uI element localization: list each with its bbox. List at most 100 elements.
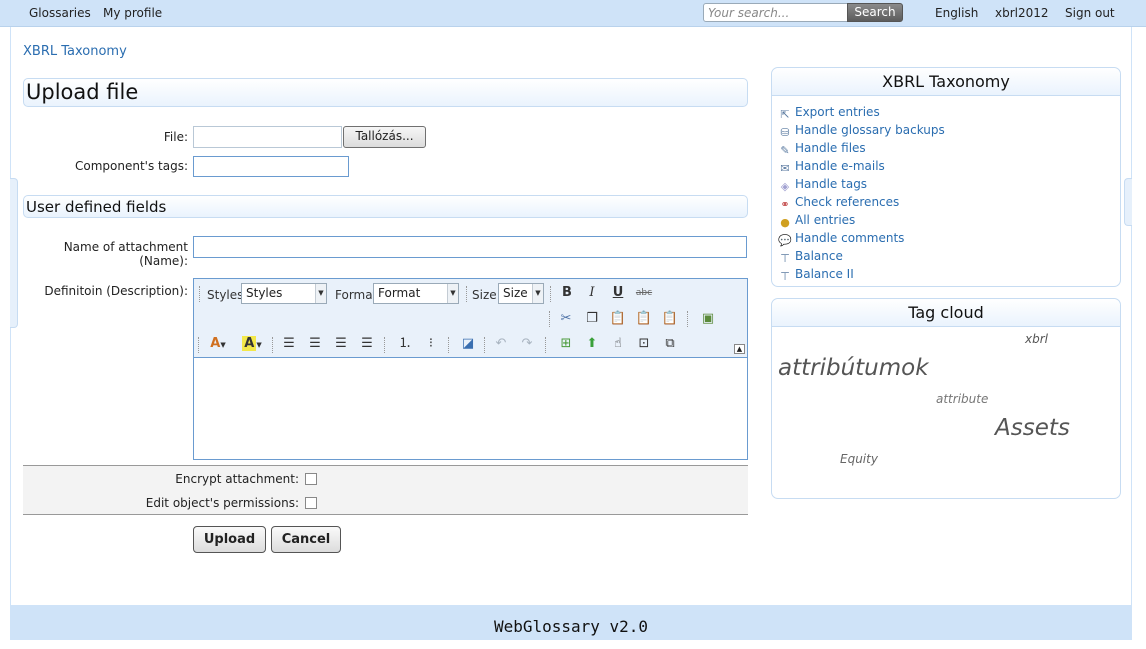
- encrypt-attachment-label: Encrypt attachment:: [175, 472, 299, 486]
- menu-label: Handle e-mails: [795, 159, 885, 173]
- find-replace-icon[interactable]: ⊡: [633, 334, 655, 354]
- toolbar-separator: [687, 311, 689, 327]
- background-color-button[interactable]: A ▼: [238, 334, 266, 354]
- menu-label: All entries: [795, 213, 856, 227]
- editor-content-area[interactable]: [194, 359, 747, 459]
- editor-toolbar: Styles Styles ▼ Format Format ▼ Size Size ▼…: [194, 279, 747, 358]
- menu-label: Handle comments: [795, 231, 905, 245]
- chevron-down-icon: ▼: [315, 284, 326, 303]
- align-right-icon[interactable]: ☰: [330, 334, 352, 354]
- bold-button[interactable]: B: [556, 283, 578, 303]
- bg-color-label: A: [242, 336, 257, 351]
- export-icon: ⇱: [780, 108, 790, 121]
- undo-icon[interactable]: ↶: [490, 334, 512, 354]
- size-label: Size: [472, 288, 497, 302]
- file-path-field[interactable]: [193, 126, 342, 148]
- numbered-list-icon[interactable]: ⒈: [394, 334, 416, 354]
- eraser-icon[interactable]: ◪: [457, 334, 479, 354]
- paste-icon[interactable]: 📋: [607, 309, 629, 329]
- entries-icon: ●: [780, 216, 790, 229]
- definition-label: Definitoin (Description):: [44, 284, 188, 298]
- description-editor: Styles Styles ▼ Format Format ▼ Size Size ▼…: [193, 278, 748, 460]
- styles-label: Styles: [207, 288, 244, 302]
- search-button[interactable]: Search: [847, 3, 903, 22]
- upload-arrow-icon[interactable]: ⬆: [581, 334, 603, 354]
- copy-icon[interactable]: ❐: [581, 309, 603, 329]
- language-selector[interactable]: English: [935, 6, 978, 20]
- menu-label: Handle glossary backups: [795, 123, 945, 137]
- menu-handle-comments[interactable]: 💬 Handle comments: [777, 231, 904, 249]
- tag-link[interactable]: xbrl: [1025, 332, 1048, 346]
- left-side-tab[interactable]: [10, 178, 18, 328]
- format-dropdown[interactable]: Format ▼: [373, 283, 459, 304]
- toolbar-separator: [549, 311, 551, 327]
- nav-my-profile-link[interactable]: My profile: [103, 6, 162, 20]
- italic-button[interactable]: I: [581, 283, 603, 303]
- redo-icon[interactable]: ↷: [516, 334, 538, 354]
- underline-button[interactable]: U: [607, 283, 629, 303]
- menu-balance-ii[interactable]: ⊤ Balance II: [777, 267, 854, 285]
- menu-label: Export entries: [795, 105, 880, 119]
- strikethrough-button[interactable]: abc: [633, 283, 655, 303]
- toolbar-separator: [545, 337, 547, 353]
- menu-glossary-backups[interactable]: ⛁ Handle glossary backups: [777, 123, 945, 141]
- tag-icon: ◈: [780, 180, 790, 193]
- chevron-down-icon: ▼: [532, 284, 543, 303]
- image-icon[interactable]: ▣: [697, 309, 719, 329]
- cancel-button[interactable]: Cancel: [271, 526, 341, 553]
- breadcrumb[interactable]: XBRL Taxonomy: [23, 44, 127, 59]
- edit-permissions-checkbox[interactable]: [305, 497, 317, 509]
- hand-icon[interactable]: ☝: [607, 334, 629, 354]
- new-page-icon[interactable]: ⊞: [555, 334, 577, 354]
- hierarchy-icon: ⊤: [780, 270, 790, 283]
- font-color-button[interactable]: A▼: [204, 334, 232, 354]
- options-area: Encrypt attachment: Edit object's permis…: [23, 465, 748, 515]
- references-icon: ⚭: [780, 198, 790, 211]
- justify-icon[interactable]: ☰: [356, 334, 378, 354]
- menu-export-entries[interactable]: ⇱ Export entries: [777, 105, 880, 123]
- source-icon[interactable]: ⧉: [659, 334, 681, 354]
- sign-out-link[interactable]: Sign out: [1065, 6, 1115, 20]
- glossary-menu-title: XBRL Taxonomy: [772, 68, 1120, 96]
- size-dropdown[interactable]: Size ▼: [498, 283, 544, 304]
- menu-handle-files[interactable]: ✎ Handle files: [777, 141, 865, 159]
- tag-cloud-title: Tag cloud: [772, 299, 1120, 327]
- tag-link[interactable]: Assets: [995, 415, 1070, 441]
- toolbar-separator: [550, 286, 552, 302]
- components-tags-input[interactable]: [193, 156, 349, 177]
- browse-button[interactable]: Tallózás...: [343, 126, 426, 148]
- styles-dropdown[interactable]: Styles ▼: [241, 283, 327, 304]
- menu-handle-emails[interactable]: ✉ Handle e-mails: [777, 159, 885, 177]
- toolbar-collapse-icon[interactable]: ▲: [734, 344, 745, 354]
- glossary-menu-panel: XBRL Taxonomy ⇱ Export entries ⛁ Handle gl…: [771, 67, 1121, 287]
- user-defined-fields-heading: User defined fields: [23, 195, 748, 218]
- paste-text-icon[interactable]: 📋: [633, 309, 655, 329]
- tag-link[interactable]: Equity: [840, 452, 878, 466]
- cut-icon[interactable]: ✂: [555, 309, 577, 329]
- encrypt-attachment-checkbox[interactable]: [305, 473, 317, 485]
- menu-balance[interactable]: ⊤ Balance: [777, 249, 843, 267]
- tag-link[interactable]: attribute: [936, 392, 988, 406]
- edit-permissions-label: Edit object's permissions:: [145, 496, 299, 510]
- right-side-tab[interactable]: [1124, 178, 1132, 226]
- nav-glossaries-link[interactable]: Glossaries: [29, 6, 91, 20]
- menu-check-references[interactable]: ⚭ Check references: [777, 195, 899, 213]
- toolbar-separator: [466, 286, 468, 302]
- menu-label: Check references: [795, 195, 900, 209]
- upload-button[interactable]: Upload: [193, 526, 266, 553]
- user-profile-link[interactable]: xbrl2012: [995, 6, 1049, 20]
- align-center-icon[interactable]: ☰: [304, 334, 326, 354]
- components-tags-label: Component's tags:: [74, 159, 188, 173]
- align-left-icon[interactable]: ☰: [278, 334, 300, 354]
- tag-link[interactable]: attribútumok: [778, 355, 929, 381]
- menu-all-entries[interactable]: ● All entries: [777, 213, 855, 231]
- search-input[interactable]: [703, 3, 849, 22]
- paste-word-icon[interactable]: 📋: [659, 309, 681, 329]
- bulleted-list-icon[interactable]: ⁝: [420, 334, 442, 354]
- name-of-attachment-input[interactable]: [193, 236, 747, 258]
- toolbar-separator: [272, 337, 274, 353]
- menu-handle-tags[interactable]: ◈ Handle tags: [777, 177, 867, 195]
- menu-label: Balance: [795, 249, 843, 263]
- upload-file-heading: Upload file: [23, 78, 748, 107]
- files-icon: ✎: [780, 144, 790, 157]
